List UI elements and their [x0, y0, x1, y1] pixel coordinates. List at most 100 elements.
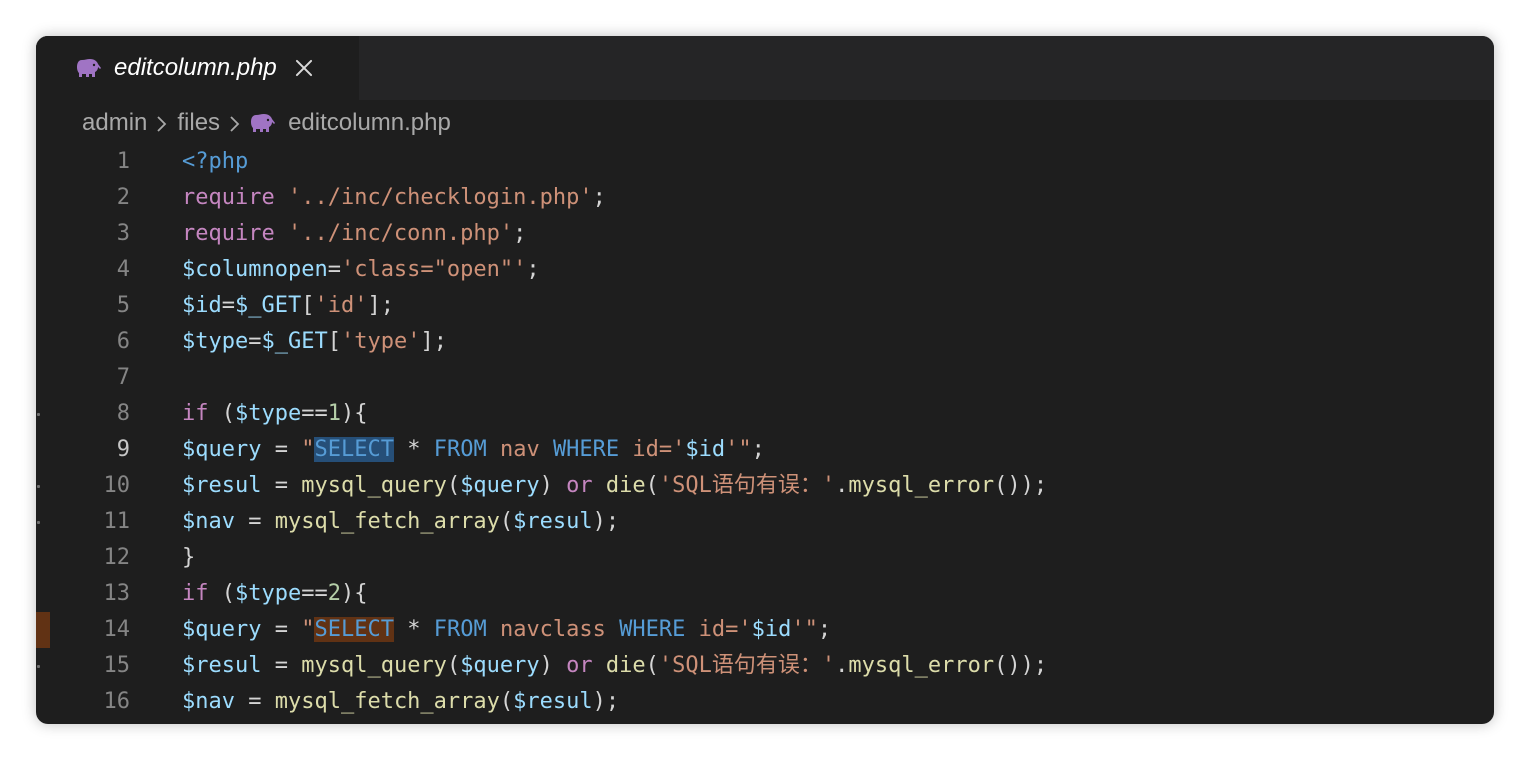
line-number: 16	[103, 689, 131, 714]
gutter-dot	[37, 665, 40, 668]
code-token: $nav	[182, 689, 235, 714]
code-text: $type=$_GET['type'];	[182, 324, 447, 360]
code-token: (	[446, 653, 461, 678]
close-icon[interactable]	[293, 57, 315, 79]
code-token: ());	[994, 473, 1048, 498]
code-line[interactable]: 15 $resul = mysql_query($query) or die('S…	[36, 648, 1494, 684]
code-token: );	[592, 689, 620, 714]
line-number: 3	[116, 221, 130, 246]
code-token: or	[566, 473, 593, 498]
line-number: 7	[116, 365, 130, 390]
code-token: WHERE	[619, 617, 686, 642]
code-token: ;	[513, 221, 527, 246]
code-text: $columnopen='class="open"';	[182, 252, 540, 288]
code-token: mysql_fetch_array	[274, 509, 500, 534]
code-token: require	[182, 185, 275, 210]
breadcrumb-item-file[interactable]: editcolumn.php	[288, 109, 451, 137]
code-line[interactable]: 14 $query = "SELECT * FROM navclass WHERE…	[36, 612, 1494, 648]
code-text: require '../inc/conn.php';	[182, 216, 526, 252]
code-token: mysql_error	[848, 653, 995, 678]
code-token: mysql_error	[848, 473, 995, 498]
code-token: (	[208, 581, 235, 606]
code-token: $type	[235, 581, 302, 606]
code-line[interactable]: 2 require '../inc/checklogin.php';	[36, 180, 1494, 216]
code-line[interactable]: 5 $id=$_GET['id'];	[36, 288, 1494, 324]
code-token: SELECT	[314, 437, 394, 462]
line-number: 14	[103, 617, 131, 642]
code-token: WHERE	[552, 437, 620, 462]
tab-editcolumn[interactable]: editcolumn.php	[36, 36, 359, 100]
code-token: "	[301, 437, 315, 462]
code-text: $id=$_GET['id'];	[182, 288, 394, 324]
line-number: 15	[103, 653, 131, 678]
code-line[interactable]: 8 if ($type==1){	[36, 396, 1494, 432]
chevron-right-icon	[154, 113, 170, 133]
code-token: mysql_query	[301, 473, 447, 498]
code-token: (	[645, 473, 659, 498]
code-token: (	[208, 401, 235, 426]
code-token: $id	[751, 617, 792, 642]
code-token: [	[301, 293, 315, 318]
code-line[interactable]: 10 $resul = mysql_query($query) or die('S…	[36, 468, 1494, 504]
code-token: )	[539, 653, 567, 678]
line-number: 4	[116, 257, 130, 282]
code-line[interactable]: 11 $nav = mysql_fetch_array($resul);	[36, 504, 1494, 540]
code-text: $nav = mysql_fetch_array($resul);	[182, 504, 619, 540]
code-token: $query	[460, 653, 540, 678]
line-number: 1	[116, 149, 130, 174]
tab-bar: editcolumn.php	[36, 36, 1494, 100]
editor-window: editcolumn.php admin files editcolumn.ph…	[36, 36, 1494, 724]
code-token: $query	[460, 473, 540, 498]
code-token: nav	[486, 437, 553, 462]
code-text: <?php	[182, 144, 248, 180]
code-line[interactable]: 6 $type=$_GET['type'];	[36, 324, 1494, 360]
code-token: =	[234, 509, 275, 534]
code-text: if ($type==2){	[182, 576, 367, 612]
code-text: $resul = mysql_query($query) or die('SQL…	[182, 468, 1047, 504]
gutter-dot	[37, 413, 40, 416]
chevron-right-icon	[227, 113, 243, 133]
code-editor[interactable]: 1 <?php 2 require '../inc/checklogin.php'; 3…	[36, 144, 1494, 724]
code-token: (	[645, 653, 659, 678]
code-token: 2	[327, 581, 341, 606]
code-token: require	[182, 221, 275, 246]
code-text: $query = "SELECT * FROM navclass WHERE i…	[182, 612, 831, 648]
code-line[interactable]: 4 $columnopen='class="open"';	[36, 252, 1494, 288]
gutter-dot	[37, 485, 40, 488]
code-token: die	[605, 653, 646, 678]
code-token: );	[592, 509, 620, 534]
code-token: id='	[685, 617, 752, 642]
code-line[interactable]: 1 <?php	[36, 144, 1494, 180]
code-token: 'class="open"'	[340, 257, 527, 282]
code-token: $id	[182, 293, 222, 318]
php-elephant-icon	[250, 112, 276, 134]
code-line[interactable]: 12}	[36, 540, 1494, 576]
code-token: 'SQL语句有误：'	[658, 653, 836, 678]
code-token: 1	[327, 401, 341, 426]
code-token: if	[182, 581, 209, 606]
line-number: 6	[116, 329, 130, 354]
breadcrumb-item-files[interactable]: files	[177, 109, 220, 137]
code-token: [	[327, 329, 341, 354]
line-number: 2	[116, 185, 130, 210]
code-line[interactable]: 3 require '../inc/conn.php';	[36, 216, 1494, 252]
code-token: =	[221, 293, 235, 318]
code-token: $query	[182, 617, 262, 642]
code-line[interactable]: 9 $query = "SELECT * FROM nav WHERE id='$…	[36, 432, 1494, 468]
code-line[interactable]: 13 if ($type==2){	[36, 576, 1494, 612]
code-line[interactable]: 7	[36, 360, 1494, 396]
code-line[interactable]: 16 $nav = mysql_fetch_array($resul);	[36, 684, 1494, 720]
line-number: 12	[103, 545, 131, 570]
breadcrumb-item-admin[interactable]: admin	[82, 109, 147, 137]
code-token: =	[234, 689, 275, 714]
code-token: $resul	[182, 653, 262, 678]
code-text: $nav = mysql_fetch_array($resul);	[182, 684, 619, 720]
code-token: FROM	[433, 617, 487, 642]
line-number: 8	[116, 401, 130, 426]
code-token: (	[499, 689, 514, 714]
code-token: =	[261, 617, 302, 642]
code-token: $resul	[513, 509, 593, 534]
code-token: .	[835, 473, 849, 498]
